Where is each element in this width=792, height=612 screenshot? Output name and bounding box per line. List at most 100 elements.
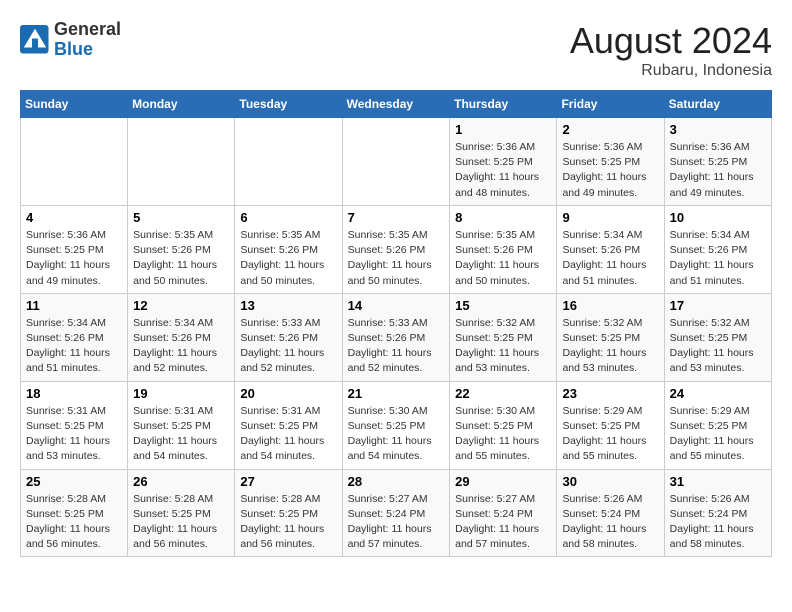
weekday-header: Saturday bbox=[664, 91, 771, 118]
calendar-cell bbox=[128, 118, 235, 206]
calendar-cell: 2 Sunrise: 5:36 AM Sunset: 5:25 PM Daylig… bbox=[557, 118, 664, 206]
day-info: Sunrise: 5:35 AM Sunset: 5:26 PM Dayligh… bbox=[348, 228, 445, 289]
calendar-cell: 7 Sunrise: 5:35 AM Sunset: 5:26 PM Daylig… bbox=[342, 205, 450, 293]
day-number: 8 bbox=[455, 210, 551, 225]
day-number: 6 bbox=[240, 210, 336, 225]
logo-line1: General bbox=[54, 20, 121, 40]
day-info: Sunrise: 5:35 AM Sunset: 5:26 PM Dayligh… bbox=[133, 228, 229, 289]
day-number: 7 bbox=[348, 210, 445, 225]
calendar-cell: 14Sunrise: 5:33 AM Sunset: 5:26 PM Dayli… bbox=[342, 293, 450, 381]
day-number: 27 bbox=[240, 474, 336, 489]
location: Rubaru, Indonesia bbox=[570, 62, 772, 80]
day-info: Sunrise: 5:34 AM Sunset: 5:26 PM Dayligh… bbox=[670, 228, 766, 289]
calendar-cell bbox=[235, 118, 342, 206]
calendar-cell: 11Sunrise: 5:34 AM Sunset: 5:26 PM Dayli… bbox=[21, 293, 128, 381]
day-info: Sunrise: 5:30 AM Sunset: 5:25 PM Dayligh… bbox=[455, 404, 551, 465]
calendar-cell: 30 Sunrise: 5:26 AM Sunset: 5:24 PM Dayli… bbox=[557, 469, 664, 557]
day-number: 2 bbox=[562, 122, 658, 137]
page-header: General Blue August 2024 Rubaru, Indones… bbox=[20, 20, 772, 80]
day-info: Sunrise: 5:36 AM Sunset: 5:25 PM Dayligh… bbox=[670, 140, 766, 201]
calendar-cell: 1 Sunrise: 5:36 AM Sunset: 5:25 PM Daylig… bbox=[450, 118, 557, 206]
day-info: Sunrise: 5:35 AM Sunset: 5:26 PM Dayligh… bbox=[455, 228, 551, 289]
calendar-cell: 13 Sunrise: 5:33 AM Sunset: 5:26 PM Dayli… bbox=[235, 293, 342, 381]
logo-text: General Blue bbox=[54, 20, 121, 60]
day-number: 13 bbox=[240, 298, 336, 313]
calendar-cell: 25Sunrise: 5:28 AM Sunset: 5:25 PM Dayli… bbox=[21, 469, 128, 557]
day-info: Sunrise: 5:29 AM Sunset: 5:25 PM Dayligh… bbox=[670, 404, 766, 465]
calendar-week-row: 4 Sunrise: 5:36 AM Sunset: 5:25 PM Daylig… bbox=[21, 205, 772, 293]
day-number: 14 bbox=[348, 298, 445, 313]
day-info: Sunrise: 5:36 AM Sunset: 5:25 PM Dayligh… bbox=[455, 140, 551, 201]
calendar-cell: 21 Sunrise: 5:30 AM Sunset: 5:25 PM Dayli… bbox=[342, 381, 450, 469]
day-number: 5 bbox=[133, 210, 229, 225]
day-number: 28 bbox=[348, 474, 445, 489]
day-info: Sunrise: 5:36 AM Sunset: 5:25 PM Dayligh… bbox=[26, 228, 122, 289]
day-number: 24 bbox=[670, 386, 766, 401]
logo-icon bbox=[20, 25, 50, 55]
calendar-cell: 10Sunrise: 5:34 AM Sunset: 5:26 PM Dayli… bbox=[664, 205, 771, 293]
day-info: Sunrise: 5:32 AM Sunset: 5:25 PM Dayligh… bbox=[670, 316, 766, 377]
calendar-cell bbox=[21, 118, 128, 206]
day-number: 18 bbox=[26, 386, 122, 401]
day-number: 11 bbox=[26, 298, 122, 313]
day-info: Sunrise: 5:34 AM Sunset: 5:26 PM Dayligh… bbox=[562, 228, 658, 289]
weekday-header: Thursday bbox=[450, 91, 557, 118]
weekday-header: Tuesday bbox=[235, 91, 342, 118]
calendar-cell: 27 Sunrise: 5:28 AM Sunset: 5:25 PM Dayli… bbox=[235, 469, 342, 557]
day-number: 22 bbox=[455, 386, 551, 401]
day-info: Sunrise: 5:31 AM Sunset: 5:25 PM Dayligh… bbox=[133, 404, 229, 465]
day-number: 25 bbox=[26, 474, 122, 489]
calendar-cell: 16Sunrise: 5:32 AM Sunset: 5:25 PM Dayli… bbox=[557, 293, 664, 381]
day-number: 31 bbox=[670, 474, 766, 489]
day-info: Sunrise: 5:31 AM Sunset: 5:25 PM Dayligh… bbox=[240, 404, 336, 465]
calendar-cell: 26 Sunrise: 5:28 AM Sunset: 5:25 PM Dayli… bbox=[128, 469, 235, 557]
calendar-cell: 9 Sunrise: 5:34 AM Sunset: 5:26 PM Daylig… bbox=[557, 205, 664, 293]
day-info: Sunrise: 5:34 AM Sunset: 5:26 PM Dayligh… bbox=[133, 316, 229, 377]
calendar-week-row: 11 Sunrise: 5:34 AM Sunset: 5:26 PM Dayli… bbox=[21, 293, 772, 381]
calendar-cell: 15 Sunrise: 5:32 AM Sunset: 5:25 PM Dayli… bbox=[450, 293, 557, 381]
weekday-row: SundayMondayTuesdayWednesdayThursdayFrid… bbox=[21, 91, 772, 118]
day-info: Sunrise: 5:26 AM Sunset: 5:24 PM Dayligh… bbox=[670, 492, 766, 553]
calendar-cell: 12Sunrise: 5:34 AM Sunset: 5:26 PM Dayli… bbox=[128, 293, 235, 381]
day-info: Sunrise: 5:33 AM Sunset: 5:26 PM Dayligh… bbox=[240, 316, 336, 377]
day-info: Sunrise: 5:28 AM Sunset: 5:25 PM Dayligh… bbox=[240, 492, 336, 553]
day-info: Sunrise: 5:30 AM Sunset: 5:25 PM Dayligh… bbox=[348, 404, 445, 465]
day-number: 9 bbox=[562, 210, 658, 225]
calendar-cell: 3 Sunrise: 5:36 AM Sunset: 5:25 PM Daylig… bbox=[664, 118, 771, 206]
calendar-week-row: 25 Sunrise: 5:28 AM Sunset: 5:25 PM Dayli… bbox=[21, 469, 772, 557]
weekday-header: Wednesday bbox=[342, 91, 450, 118]
day-number: 4 bbox=[26, 210, 122, 225]
calendar-header: SundayMondayTuesdayWednesdayThursdayFrid… bbox=[21, 91, 772, 118]
day-number: 21 bbox=[348, 386, 445, 401]
day-info: Sunrise: 5:28 AM Sunset: 5:25 PM Dayligh… bbox=[133, 492, 229, 553]
month-year: August 2024 bbox=[570, 20, 772, 62]
day-info: Sunrise: 5:32 AM Sunset: 5:25 PM Dayligh… bbox=[455, 316, 551, 377]
day-info: Sunrise: 5:36 AM Sunset: 5:25 PM Dayligh… bbox=[562, 140, 658, 201]
day-info: Sunrise: 5:29 AM Sunset: 5:25 PM Dayligh… bbox=[562, 404, 658, 465]
day-number: 3 bbox=[670, 122, 766, 137]
logo-line2: Blue bbox=[54, 40, 121, 60]
calendar-cell: 23Sunrise: 5:29 AM Sunset: 5:25 PM Dayli… bbox=[557, 381, 664, 469]
weekday-header: Friday bbox=[557, 91, 664, 118]
calendar-cell: 4 Sunrise: 5:36 AM Sunset: 5:25 PM Daylig… bbox=[21, 205, 128, 293]
calendar-body: 1 Sunrise: 5:36 AM Sunset: 5:25 PM Daylig… bbox=[21, 118, 772, 557]
day-info: Sunrise: 5:26 AM Sunset: 5:24 PM Dayligh… bbox=[562, 492, 658, 553]
calendar-cell: 24 Sunrise: 5:29 AM Sunset: 5:25 PM Dayli… bbox=[664, 381, 771, 469]
calendar-cell: 19Sunrise: 5:31 AM Sunset: 5:25 PM Dayli… bbox=[128, 381, 235, 469]
day-number: 1 bbox=[455, 122, 551, 137]
calendar-cell: 20 Sunrise: 5:31 AM Sunset: 5:25 PM Dayli… bbox=[235, 381, 342, 469]
calendar-cell: 18Sunrise: 5:31 AM Sunset: 5:25 PM Dayli… bbox=[21, 381, 128, 469]
calendar-cell: 31 Sunrise: 5:26 AM Sunset: 5:24 PM Dayli… bbox=[664, 469, 771, 557]
day-number: 26 bbox=[133, 474, 229, 489]
calendar-cell: 22 Sunrise: 5:30 AM Sunset: 5:25 PM Dayli… bbox=[450, 381, 557, 469]
calendar-table: SundayMondayTuesdayWednesdayThursdayFrid… bbox=[20, 90, 772, 557]
logo: General Blue bbox=[20, 20, 121, 60]
day-number: 17 bbox=[670, 298, 766, 313]
calendar-week-row: 18 Sunrise: 5:31 AM Sunset: 5:25 PM Dayli… bbox=[21, 381, 772, 469]
day-number: 20 bbox=[240, 386, 336, 401]
day-info: Sunrise: 5:35 AM Sunset: 5:26 PM Dayligh… bbox=[240, 228, 336, 289]
calendar-cell: 29Sunrise: 5:27 AM Sunset: 5:24 PM Dayli… bbox=[450, 469, 557, 557]
day-number: 29 bbox=[455, 474, 551, 489]
day-number: 30 bbox=[562, 474, 658, 489]
day-number: 15 bbox=[455, 298, 551, 313]
